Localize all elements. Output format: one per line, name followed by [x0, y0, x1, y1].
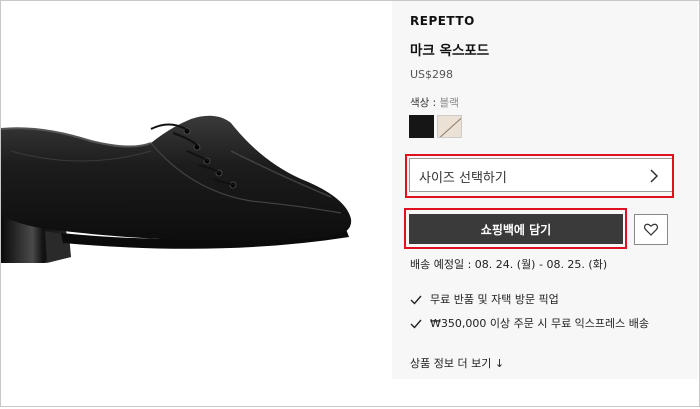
- more-info-link[interactable]: 상품 정보 더 보기 ↓: [410, 355, 504, 371]
- product-info-panel: REPETTO 마크 옥스포드 US$298 색상 : 블랙 사이즈 선택하기 …: [392, 1, 698, 379]
- benefit-text: ₩350,000 이상 주문 시 무료 익스프레스 배송: [430, 317, 650, 330]
- color-selected: 블랙: [439, 97, 459, 109]
- check-icon: [410, 295, 422, 305]
- benefit-item: ₩350,000 이상 주문 시 무료 익스프레스 배송: [410, 315, 649, 331]
- swatch-beige[interactable]: [437, 115, 462, 138]
- product-name: 마크 옥스포드: [410, 43, 490, 59]
- size-select-label: 사이즈 선택하기: [419, 171, 507, 186]
- benefit-text: 무료 반품 및 자택 방문 픽업: [430, 293, 559, 306]
- heart-icon: [644, 223, 658, 236]
- color-label: 색상 :: [410, 97, 440, 109]
- shoe-image: [0, 115, 352, 263]
- benefit-item: 무료 반품 및 자택 방문 픽업: [410, 291, 559, 307]
- product-price: US$298: [410, 68, 454, 81]
- chevron-right-icon: [650, 169, 659, 183]
- add-to-cart-button[interactable]: 쇼핑백에 담기: [409, 214, 623, 244]
- swatch-black[interactable]: [409, 115, 434, 138]
- delivery-estimate: 배송 예정일 : 08. 24. (월) - 08. 25. (화): [410, 258, 608, 271]
- product-image[interactable]: [0, 1, 385, 405]
- brand-name[interactable]: REPETTO: [410, 14, 475, 28]
- size-select[interactable]: 사이즈 선택하기: [409, 158, 673, 192]
- wishlist-button[interactable]: [634, 214, 668, 245]
- color-row: 색상 : 블랙: [410, 95, 459, 110]
- check-icon: [410, 319, 422, 329]
